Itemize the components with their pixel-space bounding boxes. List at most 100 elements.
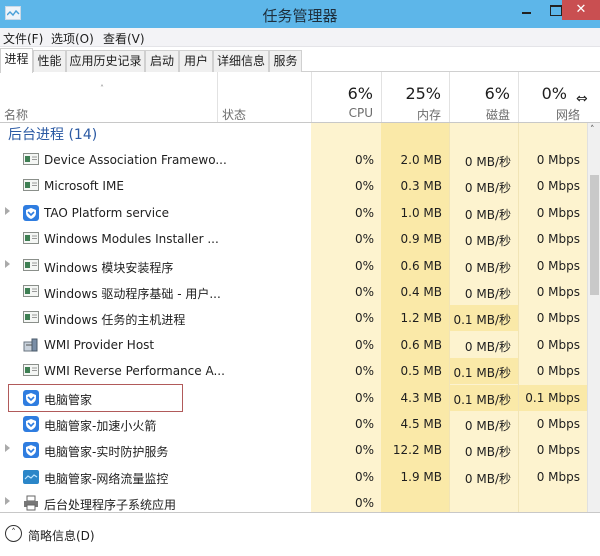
process-disk: 0 MB/秒: [464, 207, 511, 222]
process-network: 0 Mbps: [536, 232, 580, 247]
process-cpu: 0%: [354, 443, 374, 458]
expand-arrow-icon[interactable]: [5, 206, 10, 215]
process-row[interactable]: TAO Platform service 0% 1.0 MB 0 MB/秒 0 Mbps: [0, 200, 587, 226]
process-row[interactable]: Device Association Framewo... 0% 2.0 MB 0 M…: [0, 147, 587, 173]
app-window-icon: [23, 284, 39, 300]
tab-details[interactable]: 详细信息: [213, 50, 269, 72]
process-cpu: 0%: [354, 496, 374, 511]
app-window-icon: [23, 258, 39, 274]
column-disk[interactable]: 6% 磁盘: [449, 72, 518, 122]
expand-arrow-icon[interactable]: [5, 497, 10, 506]
expand-arrow-icon[interactable]: [5, 259, 10, 268]
menu-view[interactable]: 查看(V): [103, 30, 145, 47]
process-row[interactable]: WMI Reverse Performance A... 0% 0.5 MB 0.1 …: [0, 358, 587, 385]
process-row[interactable]: Windows 驱动程序基础 - 用户... 0% 0.4 MB 0 MB/秒 0 Mb…: [0, 279, 587, 305]
process-cpu: 0%: [354, 258, 374, 273]
process-row[interactable]: 后台处理程序子系统应用 0%: [0, 490, 587, 512]
network-total: 0%: [541, 84, 567, 103]
close-icon: ✕: [575, 2, 587, 17]
process-disk: 0 MB/秒: [464, 445, 511, 460]
footer: ˄ 简略信息(D): [0, 512, 600, 556]
minimize-button[interactable]: [510, 0, 540, 20]
app-window-icon: [23, 363, 39, 379]
process-network: 0 Mbps: [536, 311, 580, 326]
scroll-up-icon[interactable]: ˄: [590, 125, 595, 135]
shield-icon: [23, 204, 39, 221]
process-disk: 0 MB/秒: [464, 339, 511, 354]
process-network: 0 Mbps: [536, 179, 580, 194]
process-name: TAO Platform service: [44, 205, 170, 220]
process-row[interactable]: WMI Provider Host 0% 0.6 MB 0 MB/秒 0 Mbps: [0, 332, 587, 358]
tab-users[interactable]: 用户: [179, 50, 213, 72]
shield-icon: [23, 442, 39, 459]
process-cpu: 0%: [354, 179, 374, 194]
process-name: Microsoft IME: [44, 179, 124, 194]
tab-performance[interactable]: 性能: [33, 50, 66, 72]
process-row[interactable]: 电脑管家 0% 4.3 MB 0.1 MB/秒 0.1 Mbps: [0, 384, 587, 411]
process-cpu: 0%: [354, 285, 374, 299]
process-row[interactable]: 电脑管家-网络流量监控 0% 1.9 MB 0 MB/秒 0 Mbps: [0, 464, 587, 490]
process-disk: 0.1 MB/秒: [453, 366, 511, 381]
process-disk: 0.1 MB/秒: [453, 313, 511, 328]
printer-icon: [23, 495, 39, 511]
column-name[interactable]: ˄ 名称: [0, 72, 217, 122]
column-status-label: 状态: [222, 108, 247, 122]
process-disk: 0.1 MB/秒: [453, 392, 511, 407]
process-network: 0 Mbps: [536, 285, 580, 299]
process-name: Windows 任务的主机进程: [44, 313, 186, 328]
process-cpu: 0%: [354, 205, 374, 220]
process-row[interactable]: Windows 任务的主机进程 0% 1.2 MB 0.1 MB/秒 0 Mbps: [0, 305, 587, 332]
process-name: WMI Reverse Performance A...: [44, 364, 225, 379]
process-cpu: 0%: [354, 337, 374, 352]
menu-file[interactable]: 文件(F): [3, 30, 43, 47]
process-cpu: 0%: [354, 153, 374, 167]
process-name: Device Association Framewo...: [44, 153, 227, 167]
process-cpu: 0%: [354, 390, 374, 405]
process-name: Windows 模块安装程序: [44, 260, 174, 275]
column-memory-label: 内存: [416, 108, 441, 122]
column-network-label: 网络: [555, 108, 580, 122]
process-network: 0 Mbps: [536, 364, 580, 379]
process-cpu: 0%: [354, 311, 374, 326]
process-row[interactable]: Microsoft IME 0% 0.3 MB 0 MB/秒 0 Mbps: [0, 173, 587, 199]
process-memory: 0.5 MB: [400, 364, 442, 379]
tab-app-history[interactable]: 应用历史记录: [66, 50, 145, 72]
sort-arrow-icon: ˄: [100, 84, 104, 93]
process-name: 后台处理程序子系统应用: [44, 498, 177, 512]
fewer-details-link[interactable]: 简略信息(D): [28, 527, 95, 544]
tab-startup[interactable]: 启动: [145, 50, 179, 72]
menu-options[interactable]: 选项(O): [51, 30, 94, 47]
column-status[interactable]: 状态: [217, 72, 311, 122]
column-disk-label: 磁盘: [485, 108, 510, 122]
process-row[interactable]: Windows Modules Installer ... 0% 0.9 MB 0 M…: [0, 226, 587, 252]
wmi-host-icon: [23, 337, 39, 353]
memory-total: 25%: [405, 84, 441, 103]
scrollbar-thumb[interactable]: [590, 175, 599, 295]
process-disk: 0 MB/秒: [464, 181, 511, 196]
column-memory[interactable]: 25% 内存: [381, 72, 449, 122]
vertical-scrollbar[interactable]: ˄: [587, 123, 600, 512]
process-name: WMI Provider Host: [44, 337, 155, 352]
process-network: 0 Mbps: [536, 337, 580, 352]
tab-services[interactable]: 服务: [269, 50, 302, 72]
process-rows: Device Association Framewo... 0% 2.0 MB 0 M…: [0, 123, 587, 512]
process-memory: 0.6 MB: [400, 258, 442, 273]
process-row[interactable]: 电脑管家-加速小火箭 0% 4.5 MB 0 MB/秒 0 Mbps: [0, 411, 587, 437]
shield-icon: [23, 389, 39, 406]
tab-processes[interactable]: 进程: [0, 48, 33, 73]
process-row[interactable]: 电脑管家-实时防护服务 0% 12.2 MB 0 MB/秒 0 Mbps: [0, 437, 587, 463]
process-network: 0 Mbps: [536, 417, 580, 431]
process-memory: 4.5 MB: [400, 417, 442, 431]
collapse-details-icon[interactable]: ˄: [5, 525, 22, 542]
column-cpu[interactable]: 6% CPU: [311, 72, 381, 122]
expand-arrow-icon[interactable]: [5, 444, 10, 453]
close-button[interactable]: ✕: [562, 0, 600, 20]
process-list: 后台进程 (14) Device Association Framewo... 0…: [0, 123, 587, 512]
process-network: 0 Mbps: [536, 258, 580, 273]
process-memory: 1.2 MB: [400, 311, 442, 326]
process-memory: 1.0 MB: [400, 205, 442, 220]
column-cpu-label: CPU: [348, 106, 373, 120]
process-name: 电脑管家-加速小火箭: [44, 419, 157, 433]
process-network: 0 Mbps: [536, 443, 580, 458]
process-row[interactable]: Windows 模块安装程序 0% 0.6 MB 0 MB/秒 0 Mbps: [0, 253, 587, 279]
